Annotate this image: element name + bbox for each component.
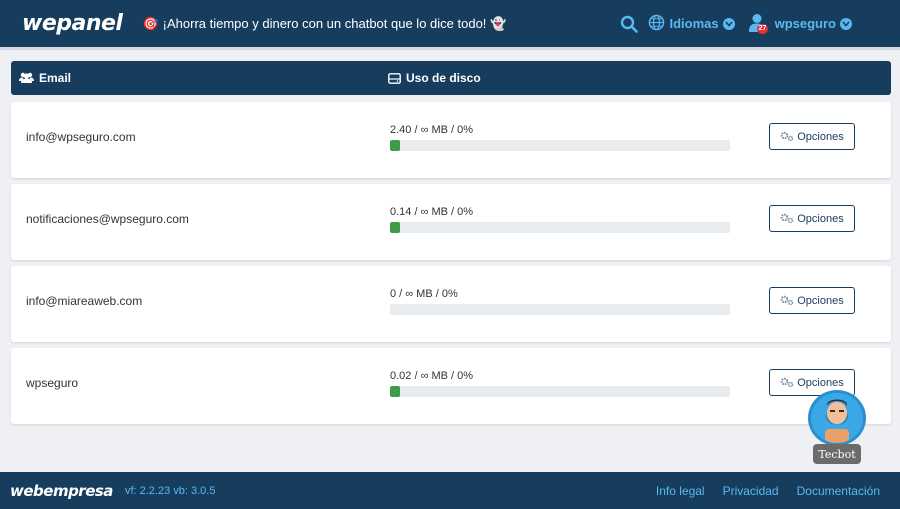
gears-icon [780, 295, 794, 306]
footer: webempresa vf: 2.2.23 vb: 3.0.5 Info leg… [0, 472, 900, 509]
footer-link-info-legal[interactable]: Info legal [656, 484, 705, 498]
table-row: notificaciones@wpseguro.com 0.14 / ∞ MB … [11, 184, 891, 260]
wepanel-logo[interactable]: wepanel [22, 11, 123, 36]
username: wpseguro [774, 16, 836, 31]
search-icon[interactable] [618, 13, 640, 35]
email-address: info@wpseguro.com [26, 130, 136, 144]
disk-usage-text: 0.02 / ∞ MB / 0% [390, 370, 474, 382]
users-icon [19, 72, 34, 83]
disk-usage-bar [390, 222, 730, 233]
email-address: info@miareaweb.com [26, 294, 143, 308]
tecbot-avatar-icon[interactable] [808, 390, 866, 446]
email-address: wpseguro [26, 376, 79, 390]
table-row: info@wpseguro.com 2.40 / ∞ MB / 0% Opcio… [11, 102, 891, 178]
footer-link-privacidad[interactable]: Privacidad [723, 484, 779, 498]
disk-usage-text: 0.14 / ∞ MB / 0% [390, 206, 474, 218]
options-button[interactable]: Opciones [769, 123, 855, 150]
user-menu[interactable]: 27 wpseguro [748, 13, 852, 35]
disk-usage-fill [390, 140, 401, 151]
table-header: Email Uso de disco [11, 61, 891, 95]
tecbot-label: Tecbot [813, 444, 861, 464]
table-row: info@miareaweb.com 0 / ∞ MB / 0% Opcione… [11, 266, 891, 342]
footer-link-documentacion[interactable]: Documentación [797, 484, 880, 498]
gears-icon [780, 131, 794, 142]
ghost-icon: 👻 [490, 15, 507, 31]
hard-drive-icon [388, 72, 401, 84]
disk-usage-fill [390, 386, 401, 397]
chevron-down-icon [722, 17, 735, 30]
gears-icon [780, 377, 794, 388]
notification-badge: 27 [756, 23, 769, 34]
gears-icon [780, 213, 794, 224]
disk-usage-text: 2.40 / ∞ MB / 0% [390, 124, 474, 136]
language-menu[interactable]: Idiomas [648, 14, 735, 34]
target-icon: 🎯 [142, 15, 159, 31]
options-button[interactable]: Opciones [769, 205, 855, 232]
disk-usage-bar [390, 304, 730, 315]
options-button[interactable]: Opciones [769, 287, 855, 314]
globe-icon [648, 14, 665, 34]
promo-banner[interactable]: 🎯 ¡Ahorra tiempo y dinero con un chatbot… [138, 16, 510, 32]
table-row: wpseguro 0.02 / ∞ MB / 0% Opciones [11, 348, 891, 424]
disk-usage-bar [390, 386, 730, 397]
language-label: Idiomas [669, 16, 719, 31]
webempresa-logo[interactable]: webempresa [10, 482, 113, 500]
disk-column-header: Uso de disco [388, 61, 481, 95]
chevron-down-icon [840, 17, 852, 30]
header-divider [0, 47, 900, 50]
disk-usage-fill [390, 222, 401, 233]
disk-usage-bar [390, 140, 730, 151]
email-address: notificaciones@wpseguro.com [26, 212, 189, 226]
disk-usage-text: 0 / ∞ MB / 0% [390, 288, 458, 300]
promo-text: ¡Ahorra tiempo y dinero con un chatbot q… [162, 16, 487, 31]
email-column-header: Email [19, 61, 71, 95]
top-navbar: wepanel 🎯 ¡Ahorra tiempo y dinero con un… [0, 0, 900, 47]
user-icon: 27 [748, 13, 769, 35]
version-info: vf: 2.2.23 vb: 3.0.5 [124, 484, 216, 497]
